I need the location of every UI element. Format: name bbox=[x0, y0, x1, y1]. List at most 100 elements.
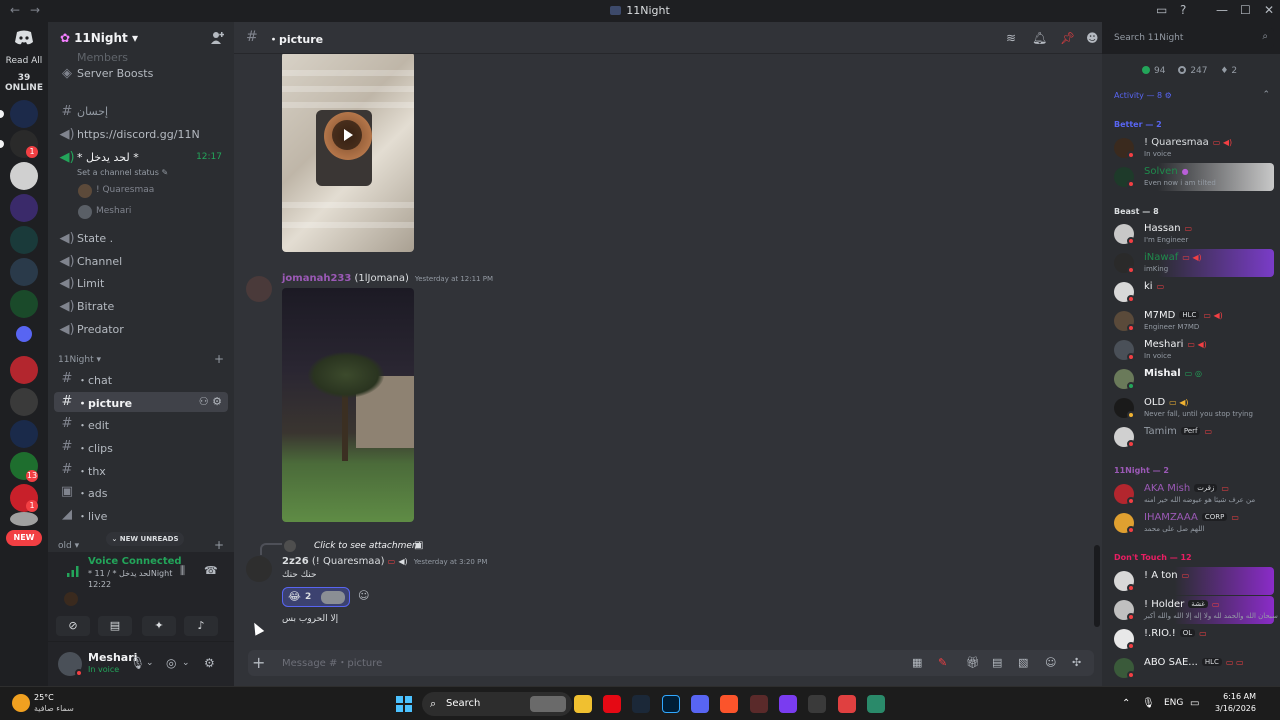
gift-icon[interactable]: 🎁︎ bbox=[966, 656, 980, 669]
reply-preview[interactable]: Click to see attachment bbox=[314, 541, 421, 551]
connection-signal-icon[interactable] bbox=[66, 564, 80, 578]
channel-predator[interactable]: ◀) Predator bbox=[54, 320, 228, 340]
server-icon[interactable] bbox=[10, 290, 38, 318]
member-item[interactable]: ABO SAE... HLC ▭ ▭ bbox=[1108, 654, 1274, 682]
discord-taskbar-icon[interactable] bbox=[691, 695, 709, 713]
category-11night[interactable]: 11Night ▾ bbox=[58, 355, 101, 365]
server-icon[interactable] bbox=[10, 388, 38, 416]
channel-picture[interactable]: # ・picture ⚇ ⚙ bbox=[54, 392, 228, 412]
channel-chat[interactable]: # ・chat bbox=[54, 369, 228, 389]
apps-launcher-icon[interactable]: ✣ bbox=[1072, 656, 1081, 669]
channel-voice-active[interactable]: ◀) * لحد يدخل * 12:17 bbox=[54, 148, 228, 168]
guild-name[interactable]: ✿ 11Night ▾ bbox=[60, 31, 138, 45]
microphone-icon[interactable]: 🎙 bbox=[1142, 698, 1155, 709]
maximize-icon[interactable]: ☐ bbox=[1240, 3, 1251, 17]
add-channel-icon[interactable]: + bbox=[214, 352, 224, 366]
reaction-chip[interactable]: 😂 2 bbox=[282, 587, 350, 607]
close-icon[interactable]: ✕ bbox=[1264, 3, 1274, 17]
gif-icon[interactable]: ▤ bbox=[992, 656, 1002, 669]
voice-channel-name[interactable]: * لحد يدخل * / 11Night bbox=[88, 569, 172, 578]
activities-button[interactable]: ✦ bbox=[142, 616, 176, 636]
discord-home-icon[interactable] bbox=[14, 30, 34, 46]
channel-settings-icon[interactable]: ⚇ ⚙ bbox=[199, 395, 222, 408]
member-item[interactable]: !.RIO.! OL ▭ bbox=[1108, 625, 1274, 653]
app-icon[interactable] bbox=[779, 695, 797, 713]
member-item[interactable]: Tamim Perf ▭ bbox=[1108, 423, 1274, 451]
inbox-icon[interactable]: ▭ bbox=[1156, 3, 1167, 17]
apps-icon[interactable]: ▦ bbox=[912, 656, 922, 669]
member-item[interactable]: Mishal ▭ ◎ bbox=[1108, 365, 1274, 393]
soundboard-button[interactable]: ♪ bbox=[184, 616, 218, 636]
member-item[interactable]: Solven ● Even now i am tilted bbox=[1108, 163, 1274, 191]
member-item[interactable]: ! Holder غشة ▭ سبحان الله والحمد لله ولا إل… bbox=[1108, 596, 1278, 624]
server-icon[interactable] bbox=[10, 194, 38, 222]
member-item[interactable]: iNawaf ▭ ◀) imKing bbox=[1108, 249, 1274, 277]
channel-limit[interactable]: ◀) Limit bbox=[54, 274, 228, 294]
app-icon[interactable] bbox=[808, 695, 826, 713]
chevron-down-icon[interactable]: ⌄ bbox=[182, 658, 190, 668]
netflix-icon[interactable] bbox=[603, 695, 621, 713]
noise-suppression-icon[interactable]: ⫼ bbox=[180, 564, 194, 578]
video-attachment[interactable] bbox=[282, 54, 414, 252]
scrollbar[interactable] bbox=[1094, 545, 1100, 627]
language-indicator[interactable]: ENG bbox=[1164, 698, 1183, 708]
message-nickname[interactable]: (! Quaresmaa) bbox=[312, 556, 385, 567]
gear-icon[interactable]: ⚙ bbox=[204, 656, 215, 670]
channel-channel[interactable]: ◀) Channel bbox=[54, 252, 228, 272]
image-attachment[interactable] bbox=[282, 288, 414, 522]
server-icon[interactable] bbox=[10, 356, 38, 384]
brave-icon[interactable] bbox=[720, 695, 738, 713]
app-icon[interactable] bbox=[867, 695, 885, 713]
server-icon[interactable] bbox=[10, 258, 38, 286]
member-item[interactable]: ki ▭ bbox=[1108, 278, 1274, 306]
weather-temp[interactable]: 25°C bbox=[34, 693, 54, 702]
avatar[interactable] bbox=[246, 556, 272, 582]
invite-people-icon[interactable] bbox=[210, 31, 224, 45]
server-icon[interactable] bbox=[10, 162, 38, 190]
message-author[interactable]: jomanah233 bbox=[282, 273, 351, 284]
avatar[interactable] bbox=[64, 592, 78, 606]
minimize-icon[interactable]: — bbox=[1216, 3, 1228, 17]
message-composer[interactable]: + ▦ ✎ 🎁︎ ▤ ▧ ☺ ✣ bbox=[248, 650, 1094, 676]
server-icon[interactable] bbox=[10, 420, 38, 448]
pin-icon[interactable]: 📌︎ bbox=[1060, 31, 1075, 45]
channel-status[interactable]: Set a channel status ✎ bbox=[77, 168, 168, 177]
member-item[interactable]: ! A ton ▭ bbox=[1108, 567, 1274, 595]
member-list-icon[interactable]: ☻ bbox=[1086, 31, 1099, 45]
chevron-down-icon[interactable]: ⌄ bbox=[146, 658, 154, 668]
steam-icon[interactable] bbox=[632, 695, 650, 713]
read-all-button[interactable]: Read All bbox=[0, 56, 48, 66]
channel-thx[interactable]: # ・thx bbox=[54, 460, 228, 480]
sticker-icon[interactable]: ✎ bbox=[938, 656, 947, 669]
member-item[interactable]: IHAMZAAA CORP ▭ اللهم صل على محمد bbox=[1108, 509, 1274, 537]
server-icon[interactable] bbox=[10, 226, 38, 254]
member-item[interactable]: OLD ▭ ◀) Never fall, until you stop trying bbox=[1108, 394, 1274, 422]
taskbar-search[interactable]: ⌕ Search bbox=[422, 692, 572, 716]
play-icon[interactable] bbox=[332, 120, 362, 150]
network-icon[interactable]: ▭ bbox=[1190, 698, 1199, 709]
windows-start-icon[interactable] bbox=[396, 696, 412, 712]
microphone-icon[interactable]: 🎙 bbox=[130, 656, 145, 670]
file-explorer-icon[interactable] bbox=[574, 695, 592, 713]
channel-edit[interactable]: # ・edit bbox=[54, 414, 228, 434]
sticker-picker-icon[interactable]: ▧ bbox=[1018, 656, 1028, 669]
weather-icon[interactable] bbox=[12, 694, 30, 712]
avatar[interactable] bbox=[246, 276, 272, 302]
new-unreads-button[interactable]: ⌄ NEW UNREADS bbox=[106, 532, 184, 546]
threads-icon[interactable]: ≋ bbox=[1006, 31, 1016, 45]
channel-ehsan[interactable]: # إحسان bbox=[54, 102, 228, 122]
app-icon[interactable] bbox=[838, 695, 856, 713]
add-channel-icon[interactable]: + bbox=[214, 538, 224, 552]
channel-state[interactable]: ◀) State . bbox=[54, 229, 228, 249]
member-item[interactable]: M7MD HLC ▭ ◀) Engineer M7MD bbox=[1108, 307, 1274, 335]
message-input[interactable] bbox=[282, 656, 882, 670]
chevron-up-icon[interactable]: ⌃ bbox=[1262, 90, 1270, 100]
camera-off-button[interactable]: ⊘ bbox=[56, 616, 90, 636]
emoji-icon[interactable]: ☺ bbox=[1045, 656, 1056, 669]
activity-header[interactable]: Activity — 8 ⚙ bbox=[1114, 91, 1172, 100]
message-author[interactable]: 2z26 bbox=[282, 556, 309, 567]
channel-clips[interactable]: # ・clips bbox=[54, 437, 228, 457]
member-item[interactable]: ! Quaresmaa ▭ ◀) In voice bbox=[1108, 134, 1274, 162]
member-item[interactable]: Meshari ▭ ◀) In voice bbox=[1108, 336, 1274, 364]
chevron-up-icon[interactable]: ⌃ bbox=[1122, 698, 1130, 709]
